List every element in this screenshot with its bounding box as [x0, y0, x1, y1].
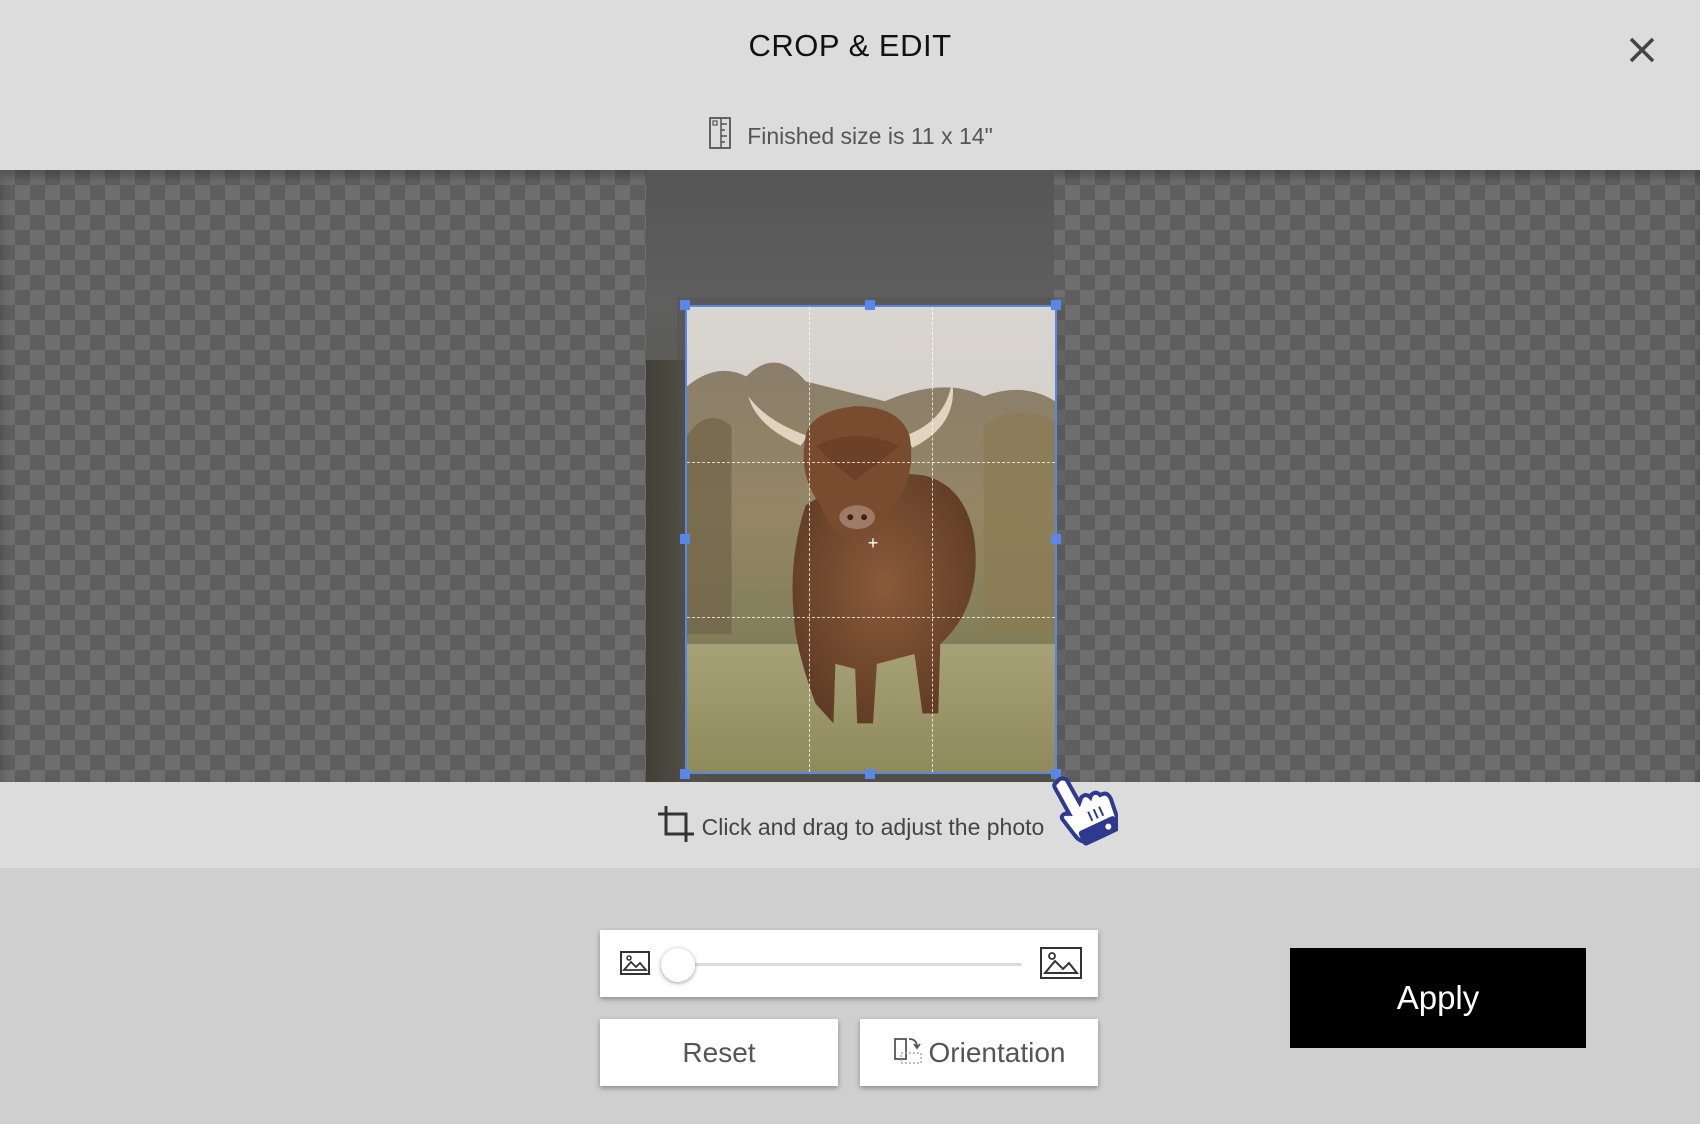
crop-hint-label: Click and drag to adjust the photo — [701, 813, 1045, 840]
grid-line — [687, 462, 1055, 463]
reset-button-label: Reset — [682, 1036, 756, 1068]
crop-icon — [656, 804, 696, 850]
crop-handle-top-left[interactable] — [680, 300, 690, 310]
header: CROP & EDIT Finished size is 11 x 14" — [0, 0, 1700, 170]
page-title: CROP & EDIT — [748, 28, 952, 63]
apply-button-label: Apply — [1396, 979, 1480, 1016]
orientation-button-label: Orientation — [928, 1036, 1066, 1068]
rotate-orientation-icon — [893, 1033, 923, 1072]
grid-line — [687, 617, 1055, 618]
zoom-slider-panel — [600, 930, 1098, 997]
grid-line — [932, 307, 933, 772]
pointer-hand-icon — [1046, 768, 1120, 848]
hint-bar: Click and drag to adjust the photo — [0, 782, 1700, 868]
finished-size: Finished size is 11 x 14" — [0, 116, 1700, 156]
reset-button[interactable]: Reset — [600, 1019, 838, 1086]
zoom-out-image-icon[interactable] — [620, 951, 650, 980]
crop-handle-top-right[interactable] — [1051, 300, 1061, 310]
ruler-icon — [707, 116, 733, 156]
center-crosshair-icon: + — [867, 533, 879, 553]
zoom-in-image-icon[interactable] — [1040, 947, 1082, 984]
crop-frame[interactable]: + — [685, 305, 1057, 774]
crop-handle-bottom[interactable] — [865, 769, 875, 779]
crop-handle-left[interactable] — [680, 534, 690, 544]
orientation-button[interactable]: Orientation — [860, 1019, 1098, 1086]
close-icon[interactable] — [1622, 30, 1662, 70]
crop-handle-right[interactable] — [1051, 534, 1061, 544]
grid-line — [809, 307, 810, 772]
crop-hint: Click and drag to adjust the photo — [0, 804, 1700, 850]
finished-size-label: Finished size is 11 x 14" — [747, 122, 993, 149]
crop-handle-bottom-left[interactable] — [680, 769, 690, 779]
crop-handle-top[interactable] — [865, 300, 875, 310]
zoom-slider-track[interactable] — [678, 963, 1022, 966]
zoom-slider-thumb[interactable] — [661, 948, 695, 982]
apply-button[interactable]: Apply — [1290, 948, 1586, 1048]
